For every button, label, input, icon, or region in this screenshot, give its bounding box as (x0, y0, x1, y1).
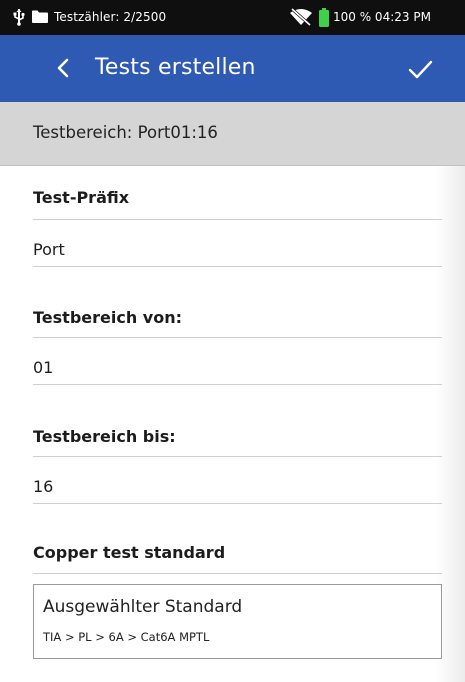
status-bar: Testzähler: 2/2500 100 % 04:23 PM (0, 0, 465, 35)
selected-standard-path: TIA > PL > 6A > Cat6A MPTL (43, 630, 210, 644)
prefix-label: Test-Präfix (33, 188, 130, 207)
app-bar: Tests erstellen (0, 35, 465, 103)
range-summary: Testbereich: Port01:16 (33, 123, 218, 142)
range-to-input[interactable]: 16 (33, 477, 53, 496)
range-from-input-underline (33, 384, 442, 385)
range-to-input-underline (33, 503, 442, 504)
range-to-label: Testbereich bis: (33, 427, 176, 446)
folder-icon (32, 10, 48, 23)
range-from-input[interactable]: 01 (33, 358, 53, 377)
range-from-label: Testbereich von: (33, 308, 182, 327)
usb-icon (13, 9, 25, 26)
battery-time: 100 % 04:23 PM (333, 10, 431, 24)
prefix-input-underline (33, 266, 442, 267)
copper-standard-label: Copper test standard (33, 543, 226, 562)
divider (33, 573, 442, 574)
selected-standard-box[interactable]: Ausgewählter Standard TIA > PL > 6A > Ca… (33, 584, 442, 659)
back-chevron-icon[interactable] (54, 57, 72, 79)
prefix-input[interactable]: Port (33, 240, 65, 259)
check-icon[interactable] (406, 55, 434, 83)
divider (33, 337, 442, 338)
selected-standard-title: Ausgewählter Standard (43, 597, 243, 617)
divider (33, 219, 442, 220)
wifi-off-icon (290, 8, 312, 26)
divider (33, 456, 442, 457)
test-counter: Testzähler: 2/2500 (54, 10, 167, 24)
battery-icon (319, 8, 329, 27)
page-title: Tests erstellen (95, 55, 256, 80)
range-header: Testbereich: Port01:16 (0, 102, 465, 166)
